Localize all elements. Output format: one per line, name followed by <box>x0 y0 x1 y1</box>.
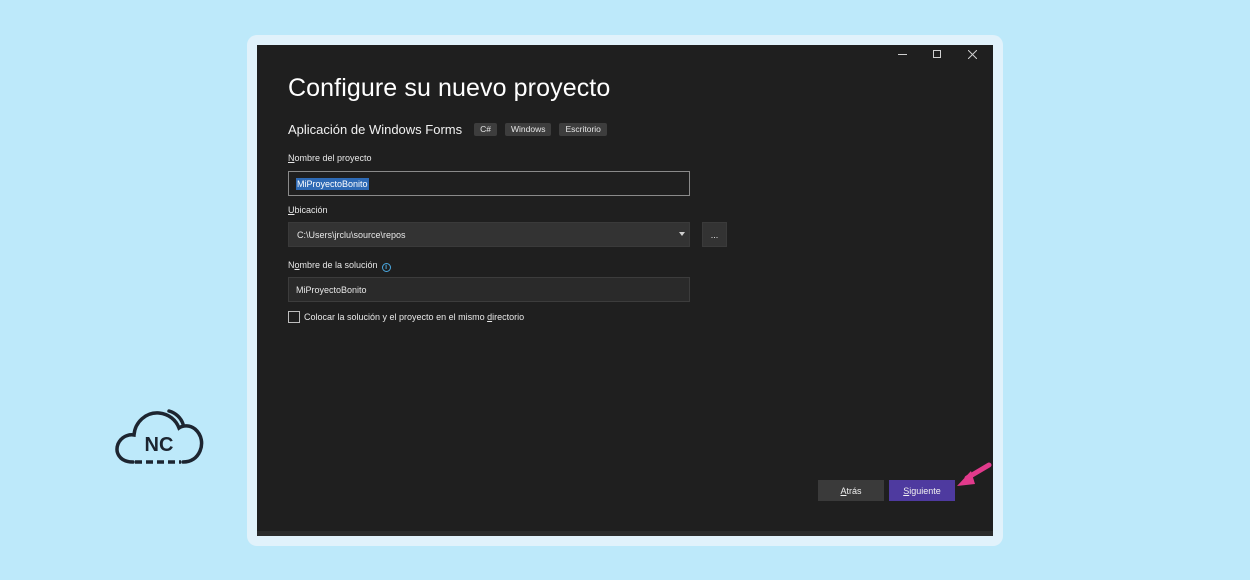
solution-name-label: Nombre de la solución i <box>288 260 391 272</box>
project-name-label-text: ombre del proyecto <box>294 153 372 163</box>
location-value: C:\Users\jrclu\source\repos <box>297 229 406 240</box>
project-name-label: Nombre del proyecto <box>288 153 372 163</box>
back-button[interactable]: Atrás <box>818 480 884 501</box>
maximize-button[interactable] <box>920 45 954 63</box>
minimize-icon <box>897 53 907 55</box>
same-directory-label: Colocar la solución y el proyecto en el … <box>304 312 524 322</box>
nc-cloud-logo: NC <box>115 409 204 464</box>
project-name-value: MiProyectoBonito <box>296 177 369 190</box>
location-combobox[interactable]: C:\Users\jrclu\source\repos <box>288 222 690 247</box>
solution-name-label-text: mbre de la solución <box>299 260 378 270</box>
window-bottom-bar <box>257 531 993 536</box>
info-icon[interactable]: i <box>381 263 391 272</box>
template-info: Aplicación de Windows Forms C# Windows E… <box>288 122 615 137</box>
solution-name-input[interactable]: MiProyectoBonito <box>288 277 690 302</box>
tag-language: C# <box>474 123 497 136</box>
pointer-arrow-icon <box>957 462 992 486</box>
same-directory-checkbox[interactable] <box>288 311 300 323</box>
solution-name-value: MiProyectoBonito <box>296 284 367 295</box>
minimize-button[interactable] <box>885 45 919 63</box>
project-name-input[interactable]: MiProyectoBonito <box>288 171 690 196</box>
next-button-label: iguiente <box>909 485 941 496</box>
back-button-label: trás <box>846 485 862 496</box>
close-button[interactable] <box>955 45 989 63</box>
same-directory-option[interactable]: Colocar la solución y el proyecto en el … <box>288 311 524 323</box>
logo-text: NC <box>145 434 174 456</box>
dialog-window: Configure su nuevo proyecto Aplicación d… <box>257 45 993 536</box>
same-directory-label-end: irectorio <box>492 312 525 322</box>
maximize-icon <box>933 50 941 58</box>
tag-type: Escritorio <box>559 123 607 136</box>
location-label-text: bicación <box>294 205 328 215</box>
template-name: Aplicación de Windows Forms <box>288 122 463 137</box>
page-title: Configure su nuevo proyecto <box>288 74 611 102</box>
next-button[interactable]: Siguiente <box>889 480 955 501</box>
browse-button[interactable]: ... <box>702 222 727 247</box>
same-directory-label-start: Colocar la solución y el proyecto en el … <box>304 312 488 322</box>
close-icon <box>967 49 977 59</box>
tag-platform: Windows <box>505 123 552 136</box>
chevron-down-icon <box>679 232 685 236</box>
location-label: Ubicación <box>288 205 328 215</box>
